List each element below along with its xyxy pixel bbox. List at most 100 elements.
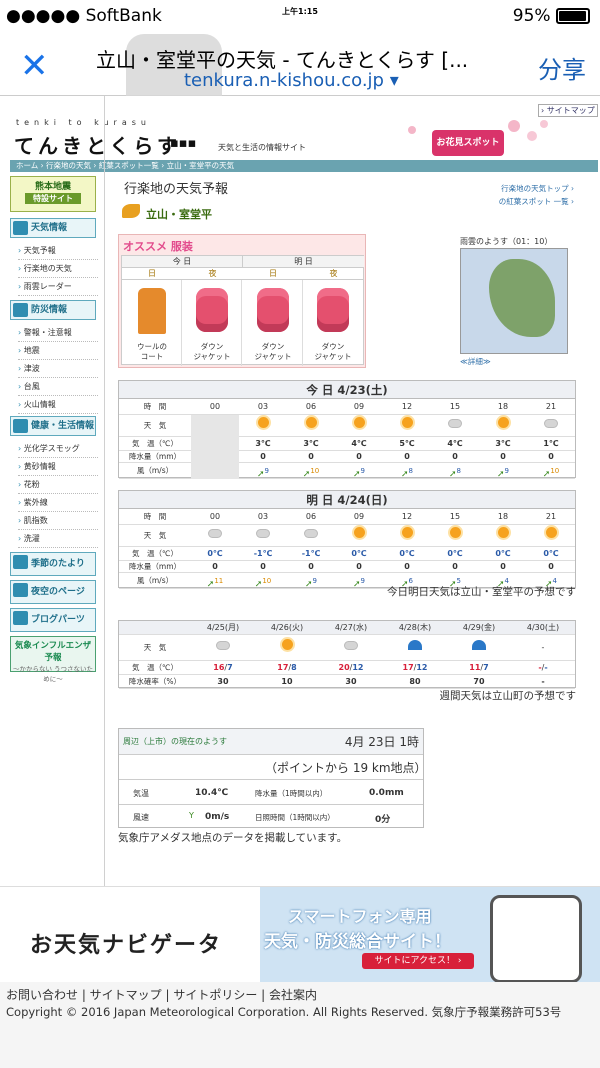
row-label: 天 気 (143, 421, 167, 430)
rain-cell: 0 (500, 452, 506, 461)
clothing-item: ダウン ジャケット (182, 280, 242, 366)
hour-cell: 15 (449, 402, 461, 411)
smartphone-icon (490, 895, 582, 983)
resort-top-link[interactable]: 行楽地の天気トップ › (470, 182, 574, 195)
sunny-icon (401, 417, 413, 428)
footer-links[interactable]: お問い合わせ | サイトマップ | サイトポリシー | 会社案内 (6, 986, 317, 1003)
weekly-pop: 70 (473, 677, 485, 686)
temp-cell: -1℃ (253, 549, 273, 558)
radar-detail-link[interactable]: ≪詳細≫ (460, 356, 491, 367)
hour-cell: 12 (401, 512, 413, 521)
sidebar-item[interactable]: 光化学スモッグ (18, 440, 98, 458)
wind-speed: 10 (550, 467, 560, 475)
sidebar-item[interactable]: 肌指数 (18, 512, 98, 530)
close-button[interactable]: ✕ (20, 46, 49, 86)
temp-cell: 1℃ (543, 439, 559, 448)
weather-info-icon (13, 221, 28, 235)
tagline: 天気と生活の情報サイト (218, 143, 306, 152)
wind-cell: ➚9 (479, 463, 527, 480)
share-button[interactable]: 分享 (538, 50, 586, 85)
forecast-row: 時 間 00 03 06 09 12 15 18 21 (119, 399, 575, 415)
forecast-row: 降水量（mm） 0 0 0 0 0 0 0 (119, 451, 575, 463)
hour-cell: 03 (257, 402, 269, 411)
hour-cell: 12 (401, 402, 413, 411)
navigator-logo: お天気ナビゲータ (30, 933, 223, 958)
tomorrow-heading: 明 日 4/24(日) (119, 491, 575, 509)
amedas-date: 4月 23日 1時 (344, 735, 419, 749)
rain-label: 降水量（1時間以内） (255, 789, 328, 798)
flu-forecast-banner[interactable]: 気象インフルエンザ予報 〜かからない うつさないために〜 (10, 636, 96, 683)
down-jacket-icon (196, 288, 228, 332)
weekly-pop: - (541, 677, 545, 686)
radar-title: 雨雲のようす（01：10） (460, 237, 553, 246)
wind-arrow-icon: Y (189, 811, 194, 820)
clothing-recommendation: オススメ 服装 今 日 明 日 日 夜 日 夜 ウールの コート ダウン ジャケット… (118, 234, 366, 368)
site-logo[interactable]: てんきとくらす (14, 130, 181, 159)
sidebar-item[interactable]: 警報・注意報 (18, 324, 98, 342)
hour-cell: 00 (209, 512, 221, 521)
night-sky-icon (13, 583, 28, 597)
sidebar-banner-season[interactable]: 季節のたより (10, 552, 96, 576)
map-land-icon (489, 259, 555, 337)
blog-parts-icon (13, 611, 28, 625)
wind-cell: ➚8 (431, 463, 479, 480)
sidebar-item[interactable]: 洗濯 (18, 530, 98, 548)
weather-cell (527, 525, 575, 547)
wind-speed: 10 (262, 577, 272, 585)
rain-value: 0.0mm (369, 788, 404, 798)
sidebar-item[interactable]: 花粉 (18, 476, 98, 494)
weekly-day: 4/28(木) (398, 623, 432, 632)
temp-cell: -1℃ (301, 549, 321, 558)
sidebar-head-weather[interactable]: 天気情報 (10, 218, 96, 238)
rain-cell: 0 (260, 452, 266, 461)
sidebar-item[interactable]: 津波 (18, 360, 98, 378)
temp-cell: 0℃ (399, 549, 415, 558)
sidebar-item[interactable]: 地震 (18, 342, 98, 360)
row-label: 天 気 (143, 531, 167, 540)
sunny-icon (401, 527, 413, 538)
navigator-banner[interactable]: お天気ナビゲータ スマートフォン専用 天気・防災総合サイト！ サイトにアクセス！… (0, 886, 600, 983)
kumamoto-quake-banner[interactable]: 熊本地震 特設サイト (10, 176, 96, 212)
sidebar-item[interactable]: 台風 (18, 378, 98, 396)
sidebar-head-disaster[interactable]: 防災情報 (10, 300, 96, 320)
sidebar-banner-nightsky[interactable]: 夜空のページ (10, 580, 96, 604)
sunny-icon (281, 639, 293, 650)
temp-cell: 3℃ (303, 439, 319, 448)
sidebar-banner-blogparts[interactable]: ブログパーツ (10, 608, 96, 632)
row-label: 気 温（℃） (132, 663, 178, 672)
clothing-today: 今 日 (122, 256, 243, 268)
sidebar-item[interactable]: 行楽地の天気 (18, 260, 98, 278)
sidebar-item[interactable]: 雨雲レーダー (18, 278, 98, 296)
sidebar-item[interactable]: 火山情報 (18, 396, 98, 414)
sidebar-item[interactable]: 天気予報 (18, 242, 98, 260)
forecast-row: 気 温（℃） 3℃ 3℃ 4℃ 5℃ 4℃ 3℃ 1℃ (119, 437, 575, 451)
sidebar-item[interactable]: 紫外線 (18, 494, 98, 512)
url-dropdown[interactable]: tenkura.n-kishou.co.jp ▾ (184, 70, 399, 91)
sidebar-head-health[interactable]: 健康・生活情報 (10, 416, 96, 436)
weather-cell (335, 415, 383, 437)
sidebar-divider (104, 96, 105, 886)
top-links: 行楽地の天気トップ › の紅葉スポット 一覧 › (470, 182, 574, 208)
wind-cell: ➚10 (239, 573, 287, 590)
sidebar-item[interactable]: 黄砂情報 (18, 458, 98, 476)
access-site-button[interactable]: サイトにアクセス！ › (362, 953, 474, 969)
autumn-spots-link[interactable]: の紅葉スポット 一覧 › (470, 195, 574, 208)
weekly-day: 4/30(土) (526, 623, 560, 632)
weather-cell (287, 525, 335, 547)
wind-cell: ➚10 (527, 463, 575, 480)
hour-cell: 06 (305, 402, 317, 411)
hour-cell: 18 (497, 402, 509, 411)
weather-cell (191, 415, 239, 437)
temp-cell: 0℃ (447, 549, 463, 558)
breadcrumb[interactable]: ホーム › 行楽地の天気 › 紅葉スポット一覧 › 立山・室堂平の天気 (10, 160, 598, 172)
weekly-temp: -/- (538, 663, 548, 672)
row-label: 天 気 (143, 643, 167, 652)
disaster-info-icon (13, 303, 28, 317)
rain-cell: 0 (212, 562, 218, 571)
cloudy-icon (448, 419, 462, 428)
weekly-day: 4/27(水) (334, 623, 368, 632)
maple-leaf-icon (122, 204, 140, 218)
hanami-banner[interactable]: お花見スポット (432, 130, 504, 156)
weekly-pop: 30 (217, 677, 229, 686)
radar-map[interactable] (460, 248, 568, 354)
